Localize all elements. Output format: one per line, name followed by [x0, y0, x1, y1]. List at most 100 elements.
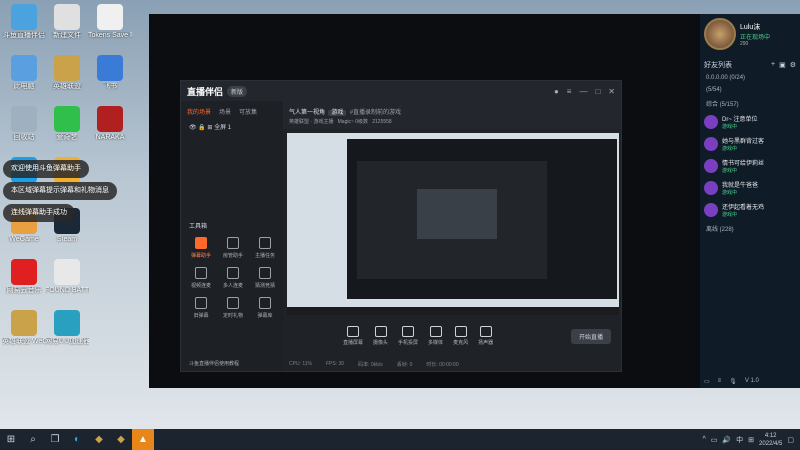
- network-icon[interactable]: ▭: [711, 436, 718, 444]
- friends-header-label: 好友列表: [704, 62, 732, 69]
- search-icon[interactable]: ⌕: [22, 429, 44, 450]
- wegame-icon[interactable]: ◆: [110, 429, 132, 450]
- friend-item[interactable]: 我就是牛爸爸 游戏中: [700, 177, 800, 199]
- douyu-icon[interactable]: ▲: [132, 429, 154, 450]
- desktop-icon[interactable]: FOUND BATTLEGROUNDS: [45, 259, 89, 295]
- tool-item[interactable]: 弹幕库: [249, 297, 281, 319]
- desktop-icon-label: 网易云音乐: [6, 287, 42, 294]
- tool-item[interactable]: 主播任务: [249, 237, 281, 259]
- scene-item[interactable]: 👁 🔒 ⊞ 全屏 1: [181, 118, 283, 135]
- friend-item[interactable]: 还伊起看着无鸡 游戏中: [700, 199, 800, 221]
- close-icon[interactable]: ✕: [608, 87, 615, 96]
- volume-icon[interactable]: 🔊: [722, 436, 731, 444]
- menu-icon[interactable]: ≡: [567, 87, 572, 96]
- source-button[interactable]: 扬声器: [478, 326, 493, 346]
- settings-icon[interactable]: ⚙: [790, 61, 796, 69]
- mic-icon[interactable]: 🎙: [729, 378, 737, 385]
- room-title[interactable]: 气人第一视角: [289, 110, 325, 116]
- friend-status: 游戏中: [722, 146, 738, 152]
- friend-item[interactable]: Dr~ 注意单位 游戏中: [700, 111, 800, 133]
- friend-status: 游戏中: [722, 168, 738, 174]
- left-tab[interactable]: 可放集: [239, 107, 257, 116]
- minimize-icon[interactable]: —: [579, 87, 587, 96]
- start-icon[interactable]: ⊞: [0, 429, 22, 450]
- desktop-icon[interactable]: 爱奇艺: [45, 106, 89, 142]
- source-button[interactable]: 直播屏幕: [343, 326, 363, 346]
- source-button[interactable]: 多媒体: [428, 326, 443, 346]
- status-item: 丢帧: 0: [396, 361, 413, 368]
- list-icon[interactable]: ≡: [718, 378, 722, 384]
- tool-item[interactable]: 房管助手: [217, 237, 249, 259]
- offline-group[interactable]: 离线 (228): [700, 221, 800, 236]
- friend-group[interactable]: (5/54): [700, 84, 800, 96]
- friend-avatar: [704, 159, 718, 173]
- input-lang[interactable]: 中: [736, 435, 743, 445]
- tool-icon: [259, 297, 271, 309]
- add-friend-icon[interactable]: +: [771, 61, 775, 69]
- left-tabs: 我的场景 场景 可放集: [181, 101, 283, 118]
- source-icon: [479, 326, 492, 337]
- desktop-icon[interactable]: 此电脑: [2, 55, 46, 91]
- friend-name: Dr~ 注意单位: [722, 117, 758, 123]
- friends-footer: ▭ ≡ 🎙 V 1.0: [700, 374, 800, 388]
- edge-icon[interactable]: ◐: [66, 429, 88, 450]
- chat-icon[interactable]: ▭: [704, 378, 710, 385]
- desktop-icon[interactable]: NARAKA: [88, 106, 132, 142]
- profile[interactable]: Lulu沫 正在现场中 290: [700, 14, 800, 54]
- tool-label: 弹幕助手: [190, 253, 211, 259]
- clock[interactable]: 4:12 2022/4/5: [759, 432, 782, 448]
- friend-status: 游戏中: [722, 212, 738, 218]
- tutorial-link[interactable]: 斗鱼直播伴侣使用教程: [189, 360, 239, 367]
- lol-icon[interactable]: ◆: [88, 429, 110, 450]
- left-tab[interactable]: 我的场景: [187, 107, 211, 116]
- tool-item[interactable]: 定时礼物: [217, 297, 249, 319]
- desktop-icon[interactable]: 网易云音乐: [2, 259, 46, 295]
- tool-label: 弹幕库: [257, 313, 273, 319]
- chevron-up-icon[interactable]: ^: [703, 436, 706, 443]
- stream-preview[interactable]: [287, 133, 619, 315]
- desktop-icon[interactable]: 飞书: [88, 55, 132, 91]
- tool-icon: [195, 297, 207, 309]
- toast-message[interactable]: 本区域弹幕提示弹幕和礼物消息: [3, 182, 117, 200]
- tool-item[interactable]: 视频连麦: [185, 267, 217, 289]
- toast-message[interactable]: 连线弹幕助手成功: [3, 204, 75, 222]
- magic-level: Magic~ 0级数: [337, 119, 369, 125]
- toast-message[interactable]: 欢迎使用斗鱼弹幕助手: [3, 160, 89, 178]
- tool-item[interactable]: 多人连麦: [217, 267, 249, 289]
- tool-item[interactable]: 猜测竞猜: [249, 267, 281, 289]
- nested-preview-3: [417, 189, 497, 239]
- desktop-icon-label: 飞书: [103, 83, 117, 90]
- task-view-icon[interactable]: ❐: [44, 429, 66, 450]
- folder-icon[interactable]: ▣: [779, 61, 786, 69]
- desktop-icon[interactable]: 斗鱼直播伴侣: [2, 4, 46, 40]
- avatar-icon[interactable]: ●: [554, 87, 559, 96]
- source-button[interactable]: 麦克风: [453, 326, 468, 346]
- tool-item[interactable]: 旧弹幕: [185, 297, 217, 319]
- friend-item[interactable]: 她与黑群背过客 游戏中: [700, 133, 800, 155]
- grid-icon[interactable]: ⊞: [748, 436, 754, 444]
- desktop-icon[interactable]: 新建文件: [45, 4, 89, 40]
- bottom-toolbar: 直播屏幕 摄像头 手机投屏 多媒体 麦克风 扬声器 开始直播: [283, 321, 621, 351]
- desktop-icon[interactable]: 英雄联盟: [45, 55, 89, 91]
- friend-group[interactable]: 0.0.0.00 (0/24): [700, 72, 800, 84]
- friend-group[interactable]: 综合 (5/157): [700, 96, 800, 111]
- notification-icon[interactable]: ▢: [787, 436, 794, 444]
- version-badge[interactable]: 新版: [227, 85, 248, 97]
- source-button[interactable]: 手机投屏: [398, 326, 418, 346]
- source-button[interactable]: 摄像头: [373, 326, 388, 346]
- desktop-icon[interactable]: 英雄联盟 WeGame版: [2, 310, 46, 346]
- friend-item[interactable]: 情书可给伊莉丝 游戏中: [700, 155, 800, 177]
- maximize-icon[interactable]: □: [595, 87, 600, 96]
- desktop-icon[interactable]: 回收站: [2, 106, 46, 142]
- tools-title: 工具箱: [189, 224, 208, 230]
- status-bar: CPU: 11% FPS: 30 码率: 0kb/s 丢帧: 0 时长: 00:00:0…: [283, 357, 621, 371]
- status-item: FPS: 30: [325, 361, 345, 367]
- start-live-button[interactable]: 开始直播: [570, 328, 611, 344]
- tool-item[interactable]: 弹幕助手: [185, 237, 217, 259]
- desktop-icon[interactable]: 网易UU加速器: [45, 310, 89, 346]
- app-icon: [54, 55, 80, 81]
- profile-status[interactable]: 正在现场中: [740, 32, 770, 41]
- desktop-icon[interactable]: Tokens Save Flowed Pa...: [88, 4, 132, 40]
- profile-avatar[interactable]: [704, 18, 736, 50]
- left-tab[interactable]: 场景: [219, 107, 231, 116]
